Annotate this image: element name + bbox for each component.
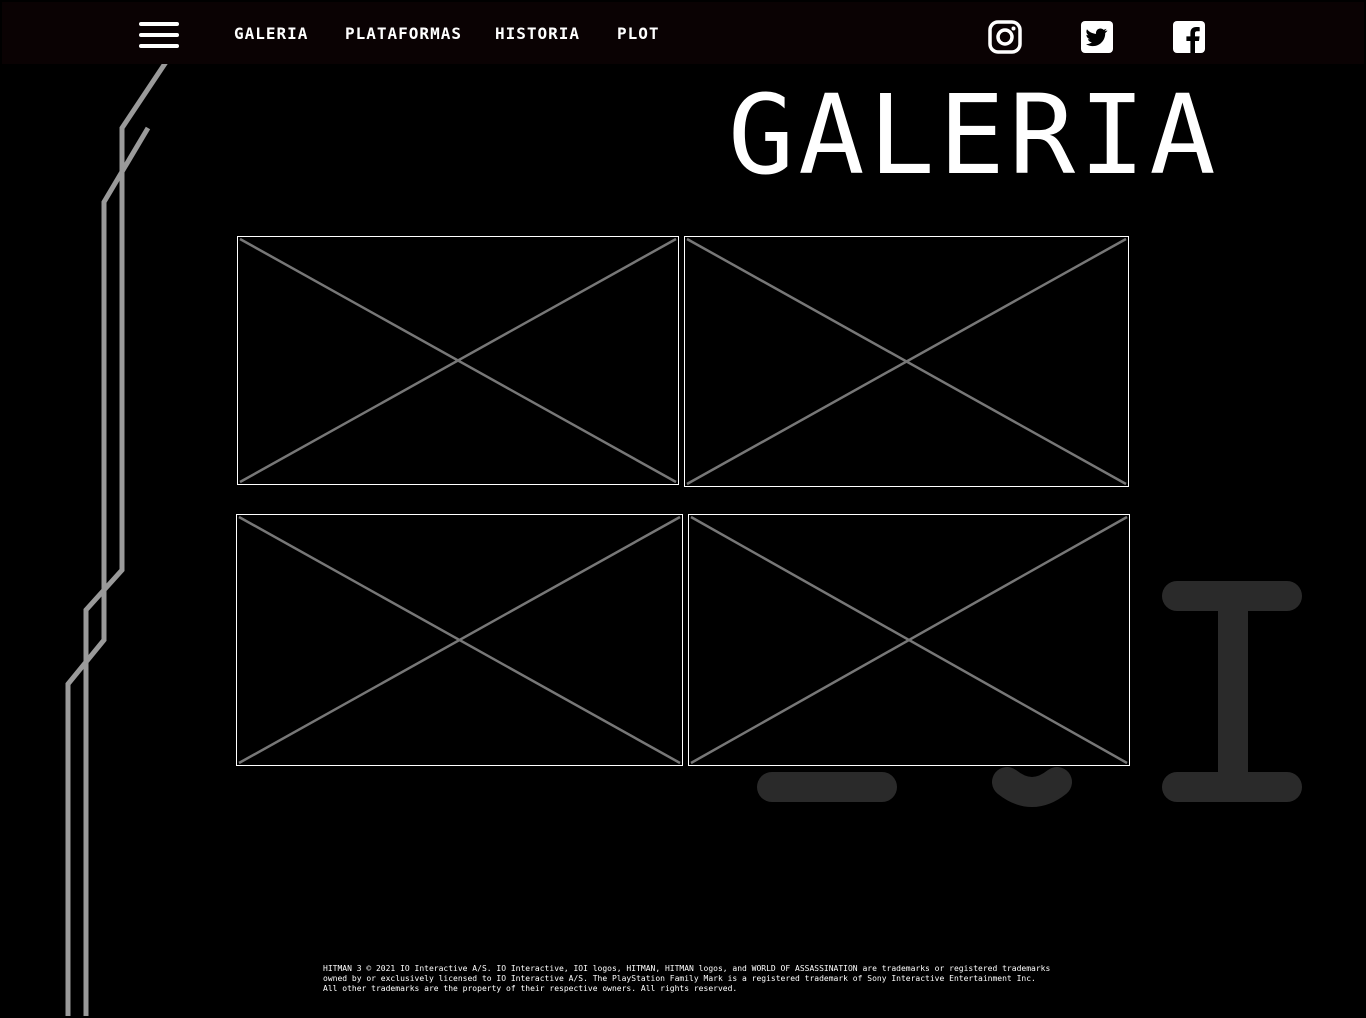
gallery-image-3[interactable] xyxy=(236,514,683,766)
gallery-image-4[interactable] xyxy=(688,514,1130,766)
page: GALERIA PLATAFORMAS HISTORIA PLOT GALERI… xyxy=(2,2,1364,1016)
gallery-image-1[interactable] xyxy=(237,236,679,485)
nav-link-historia[interactable]: HISTORIA xyxy=(495,24,580,43)
hamburger-menu-icon[interactable] xyxy=(139,22,179,50)
gallery-image-2[interactable] xyxy=(684,236,1129,487)
nav-link-galeria[interactable]: GALERIA xyxy=(234,24,308,43)
facebook-icon[interactable] xyxy=(1172,20,1206,54)
footer-legal-text: HITMAN 3 © 2021 IO Interactive A/S. IO I… xyxy=(323,964,1051,993)
image-placeholder-icon xyxy=(690,515,1128,765)
image-placeholder-icon xyxy=(686,237,1127,486)
image-placeholder-icon xyxy=(238,515,681,765)
nav-link-plataformas[interactable]: PLATAFORMAS xyxy=(345,24,462,43)
page-title: GALERIA xyxy=(728,71,1220,199)
twitter-icon[interactable] xyxy=(1080,20,1114,54)
nav-link-plot[interactable]: PLOT xyxy=(617,24,660,43)
instagram-icon[interactable] xyxy=(988,20,1022,54)
image-placeholder-icon xyxy=(239,237,677,484)
top-navigation-bar: GALERIA PLATAFORMAS HISTORIA PLOT xyxy=(2,2,1364,64)
